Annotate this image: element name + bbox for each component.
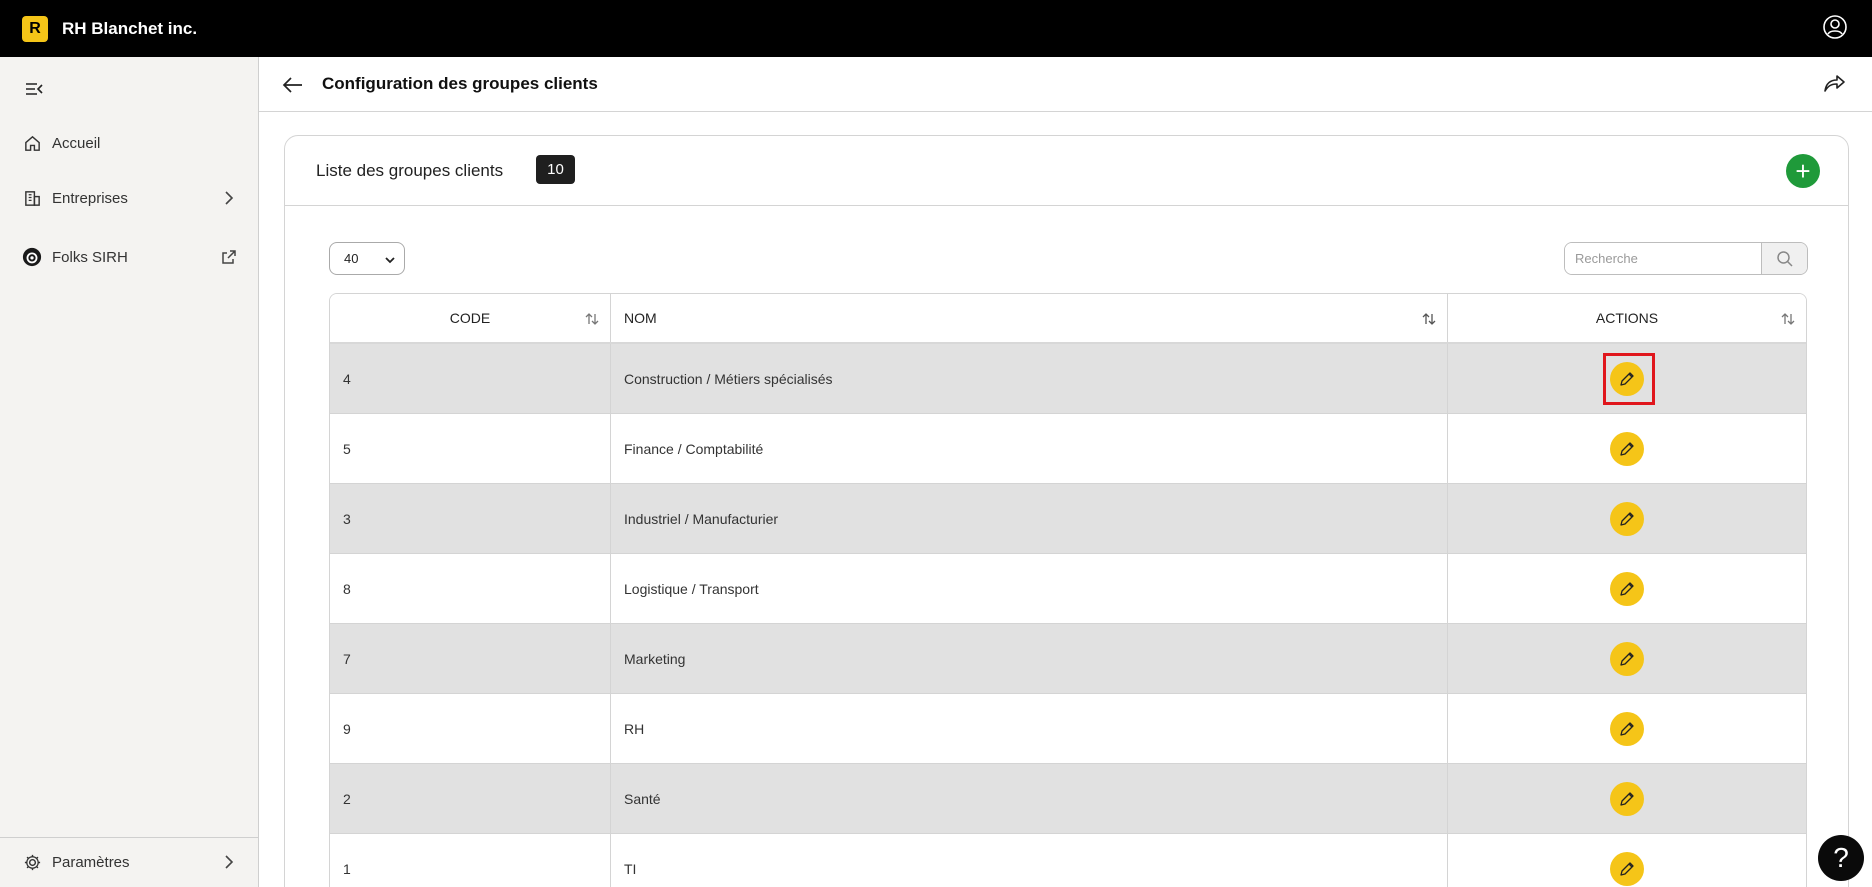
sidebar-item-label: Entreprises (52, 189, 128, 207)
chevron-down-icon (385, 257, 395, 264)
column-header-nom[interactable]: NOM (611, 294, 1448, 342)
client-groups-table: CODE NOM ACTIONS 4 Construction / Métier… (329, 293, 1807, 887)
cell-code: 3 (330, 484, 611, 553)
table-row[interactable]: 2 Santé (330, 764, 1806, 834)
share-icon[interactable] (1822, 71, 1848, 97)
top-bar: R RH Blanchet inc. (0, 0, 1872, 57)
cell-code: 8 (330, 554, 611, 623)
pencil-icon (1620, 511, 1634, 526)
table-header: CODE NOM ACTIONS (330, 294, 1806, 344)
search-icon (1776, 250, 1793, 267)
card-header: Liste des groupes clients 10 + (285, 136, 1848, 206)
cell-name: Finance / Comptabilité (611, 414, 1448, 483)
client-groups-card: Liste des groupes clients 10 + 40 CODE N… (284, 135, 1849, 887)
page-size-select[interactable]: 40 (329, 242, 405, 275)
cell-name: Logistique / Transport (611, 554, 1448, 623)
cell-code: 1 (330, 834, 611, 887)
cell-code: 9 (330, 694, 611, 763)
chevron-right-icon (225, 855, 234, 869)
sidebar: Accueil Entreprises Folks SIRH Paramètre… (0, 57, 259, 887)
cell-actions (1448, 694, 1806, 763)
edit-button[interactable] (1610, 781, 1644, 816)
pencil-icon (1620, 441, 1634, 456)
edit-button[interactable] (1610, 571, 1644, 606)
sort-icon[interactable] (584, 311, 600, 327)
cell-actions (1448, 834, 1806, 887)
sidebar-item-label: Folks SIRH (52, 248, 128, 266)
cell-actions (1448, 484, 1806, 553)
cell-code: 7 (330, 624, 611, 693)
cell-actions (1448, 554, 1806, 623)
cell-name: Construction / Métiers spécialisés (611, 344, 1448, 413)
edit-button[interactable] (1610, 431, 1644, 466)
pencil-icon (1620, 861, 1634, 876)
cell-actions (1448, 764, 1806, 833)
table-row[interactable]: 1 TI (330, 834, 1806, 887)
external-link-icon (222, 250, 236, 264)
add-group-button[interactable]: + (1786, 154, 1820, 188)
folks-logo-icon (22, 247, 42, 267)
cell-name: Santé (611, 764, 1448, 833)
table-row[interactable]: 5 Finance / Comptabilité (330, 414, 1806, 484)
table-row[interactable]: 9 RH (330, 694, 1806, 764)
pencil-icon (1620, 651, 1634, 666)
cell-code: 2 (330, 764, 611, 833)
sidebar-item-label: Paramètres (52, 853, 130, 871)
cell-actions (1448, 344, 1806, 413)
sort-icon[interactable] (1780, 311, 1796, 327)
collapse-sidebar-icon[interactable] (24, 79, 44, 99)
cell-actions (1448, 414, 1806, 483)
sidebar-item-label: Accueil (52, 134, 101, 152)
column-header-label: ACTIONS (1595, 310, 1659, 326)
column-header-code[interactable]: CODE (330, 294, 611, 342)
page-size-value: 40 (344, 251, 359, 266)
pencil-icon (1620, 581, 1634, 596)
table-row[interactable]: 3 Industriel / Manufacturier (330, 484, 1806, 554)
sidebar-item-parametres[interactable]: Paramètres (0, 842, 258, 882)
edit-button[interactable] (1610, 501, 1644, 536)
table-row[interactable]: 7 Marketing (330, 624, 1806, 694)
cell-name: Industriel / Manufacturier (611, 484, 1448, 553)
highlight-box (1603, 353, 1655, 405)
search-input[interactable] (1565, 243, 1761, 274)
gear-icon (22, 852, 42, 872)
sidebar-bottom: Paramètres (0, 837, 258, 887)
table-row[interactable]: 4 Construction / Métiers spécialisés (330, 344, 1806, 414)
edit-button[interactable] (1610, 851, 1644, 886)
home-icon (22, 133, 42, 153)
edit-button[interactable] (1610, 641, 1644, 676)
edit-button[interactable] (1610, 711, 1644, 746)
building-icon (22, 188, 42, 208)
brand-logo[interactable]: R (22, 15, 48, 42)
user-account-icon[interactable] (1822, 14, 1848, 40)
column-header-label: CODE (449, 310, 491, 326)
chevron-right-icon (225, 191, 234, 205)
page-title: Configuration des groupes clients (322, 74, 598, 93)
cell-name: RH (611, 694, 1448, 763)
card-title: Liste des groupes clients (316, 161, 504, 180)
help-button[interactable]: ? (1818, 835, 1864, 881)
sidebar-item-folks-sirh[interactable]: Folks SIRH (0, 237, 258, 277)
brand-name[interactable]: RH Blanchet inc. (62, 19, 197, 39)
page-header: Configuration des groupes clients (259, 57, 1872, 112)
pencil-icon (1620, 791, 1634, 806)
count-badge: 10 (536, 155, 575, 184)
sidebar-item-accueil[interactable]: Accueil (0, 123, 258, 163)
column-header-actions[interactable]: ACTIONS (1448, 294, 1806, 342)
search-box (1564, 242, 1808, 275)
cell-code: 4 (330, 344, 611, 413)
cell-actions (1448, 624, 1806, 693)
sort-icon[interactable] (1421, 311, 1437, 327)
column-header-label: NOM (624, 310, 657, 326)
search-button[interactable] (1761, 243, 1807, 274)
back-arrow-icon[interactable] (281, 73, 305, 97)
pencil-icon (1620, 721, 1634, 736)
cell-name: TI (611, 834, 1448, 887)
cell-code: 5 (330, 414, 611, 483)
cell-name: Marketing (611, 624, 1448, 693)
sidebar-item-entreprises[interactable]: Entreprises (0, 178, 258, 218)
table-row[interactable]: 8 Logistique / Transport (330, 554, 1806, 624)
